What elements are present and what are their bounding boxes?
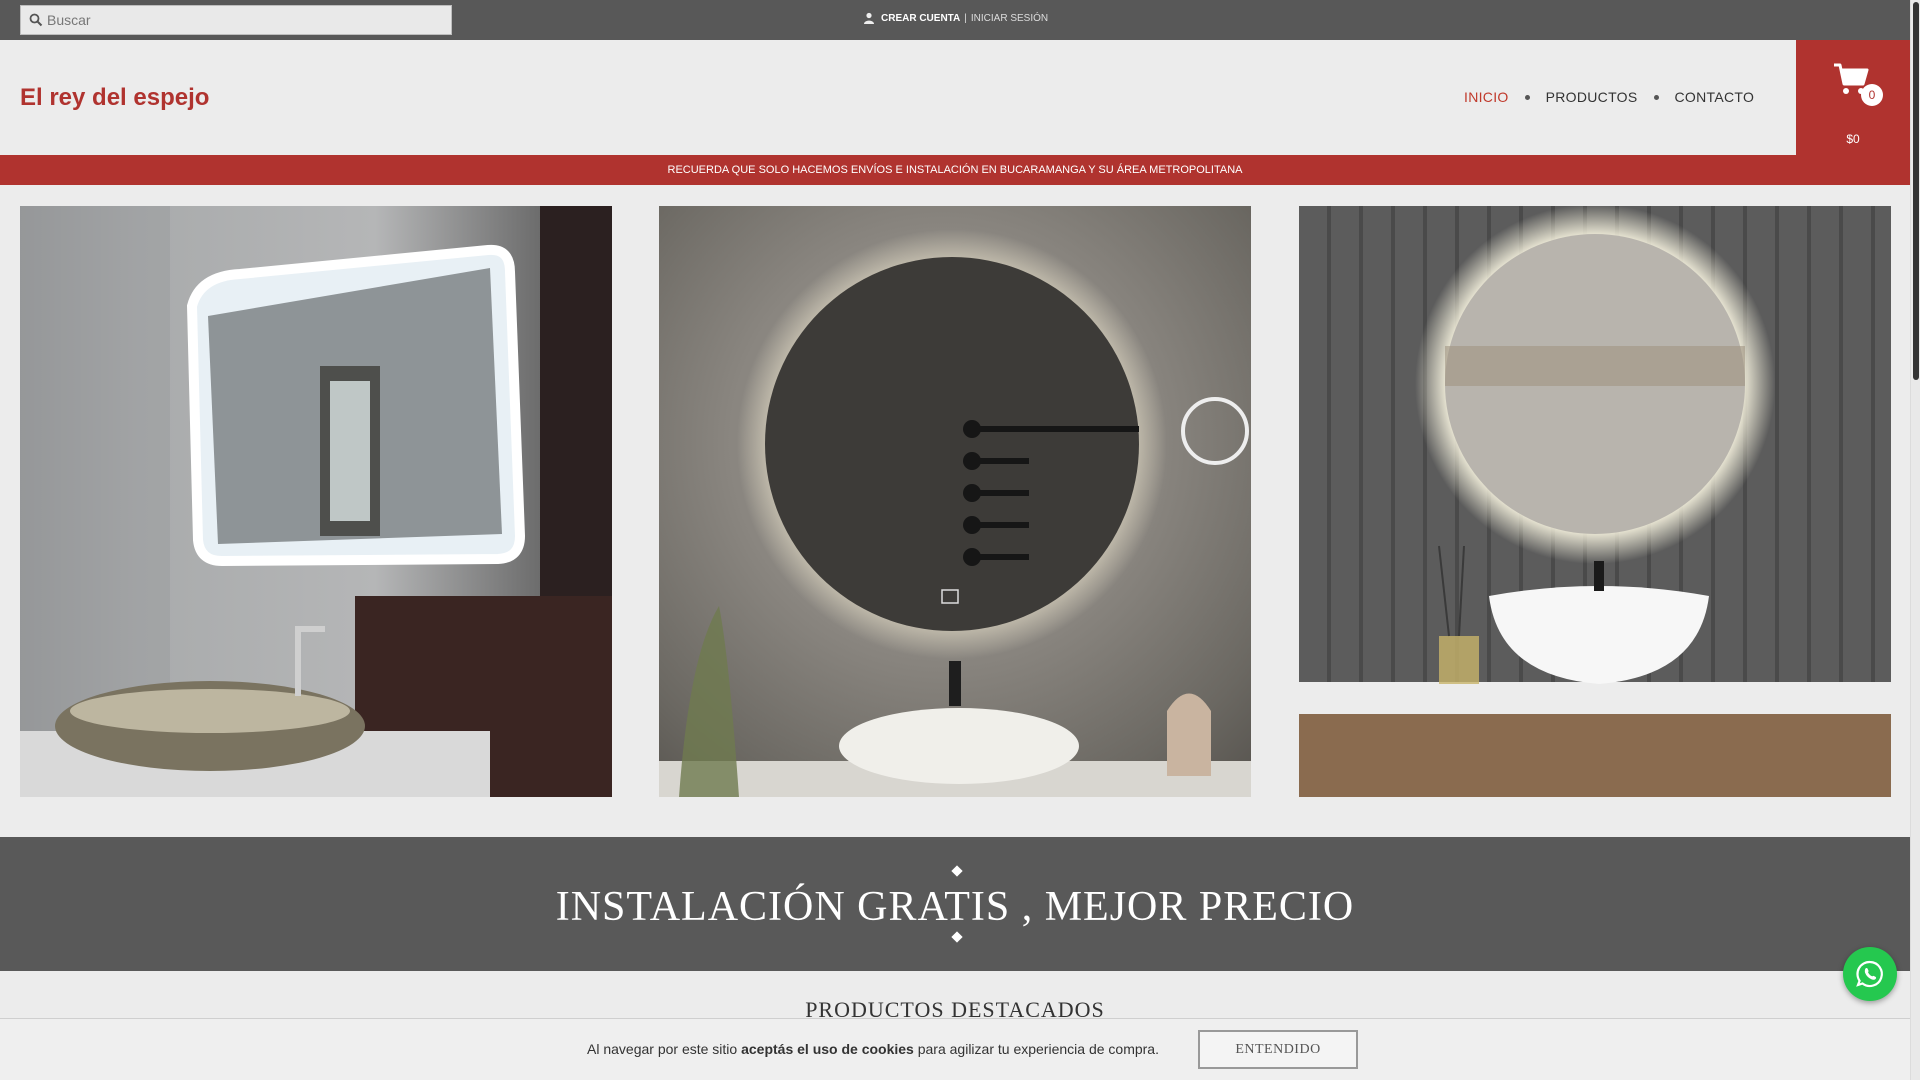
login-link[interactable]: INICIAR SESIÓN: [971, 13, 1048, 24]
main-nav: INICIO PRODUCTOS CONTACTO: [1464, 89, 1754, 105]
promo-band: INSTALACIÓN GRATIS , MEJOR PRECIO: [0, 837, 1910, 971]
cookie-text-start: Al navegar por este sitio: [587, 1041, 742, 1057]
page-scrollbar[interactable]: [1910, 0, 1920, 1080]
mirror-illustration: [1299, 206, 1891, 797]
cookie-message: Al navegar por este sitio aceptás el uso…: [587, 1041, 1159, 1057]
cookie-bar: Al navegar por este sitio aceptás el uso…: [0, 1018, 1910, 1080]
whatsapp-icon: [1856, 960, 1883, 988]
user-icon: [864, 12, 874, 24]
announcement-bar: RECUERDA QUE SOLO HACEMOS ENVÍOS E INSTA…: [0, 155, 1910, 185]
banner-image-rectangular-mirror[interactable]: [20, 206, 612, 797]
whatsapp-button[interactable]: [1843, 947, 1897, 1001]
banner-image-round-backlit-mirror[interactable]: [659, 206, 1251, 797]
cart-button[interactable]: 0 $0: [1796, 40, 1910, 155]
search-input[interactable]: [47, 12, 427, 28]
nav-item-contacto[interactable]: CONTACTO: [1675, 89, 1755, 105]
account-links: CREAR CUENTA | INICIAR SESIÓN: [863, 12, 1048, 24]
nav-divider: [1524, 94, 1530, 100]
cookie-accept-button[interactable]: ENTENDIDO: [1198, 1030, 1358, 1069]
account-separator: |: [964, 12, 967, 24]
top-bar: CREAR CUENTA | INICIAR SESIÓN: [0, 0, 1910, 40]
nav-item-productos[interactable]: PRODUCTOS: [1546, 89, 1638, 105]
site-header: El rey del espejo INICIO PRODUCTOS CONTA…: [0, 40, 1910, 155]
mirror-illustration: [20, 206, 612, 797]
mirror-illustration: [659, 229, 1251, 797]
cart-total: $0: [1846, 132, 1860, 146]
cart-count-badge: 0: [1861, 84, 1883, 106]
scrollbar-thumb[interactable]: [1913, 2, 1919, 380]
create-account-link[interactable]: CREAR CUENTA: [881, 13, 960, 24]
cookie-text-bold: aceptás el uso de cookies: [741, 1041, 914, 1057]
decorative-diamond: [951, 931, 963, 943]
nav-divider: [1653, 94, 1659, 100]
cookie-text-end: para agilizar tu experiencia de compra.: [913, 1041, 1159, 1057]
nav-item-inicio[interactable]: INICIO: [1464, 89, 1509, 105]
search-box[interactable]: [20, 5, 452, 35]
site-logo[interactable]: El rey del espejo: [20, 84, 209, 112]
decorative-diamond: [951, 865, 963, 877]
search-icon: [29, 13, 43, 27]
banner-image-round-led-mirror[interactable]: [1299, 206, 1891, 797]
promo-title: INSTALACIÓN GRATIS , MEJOR PRECIO: [555, 884, 1355, 930]
